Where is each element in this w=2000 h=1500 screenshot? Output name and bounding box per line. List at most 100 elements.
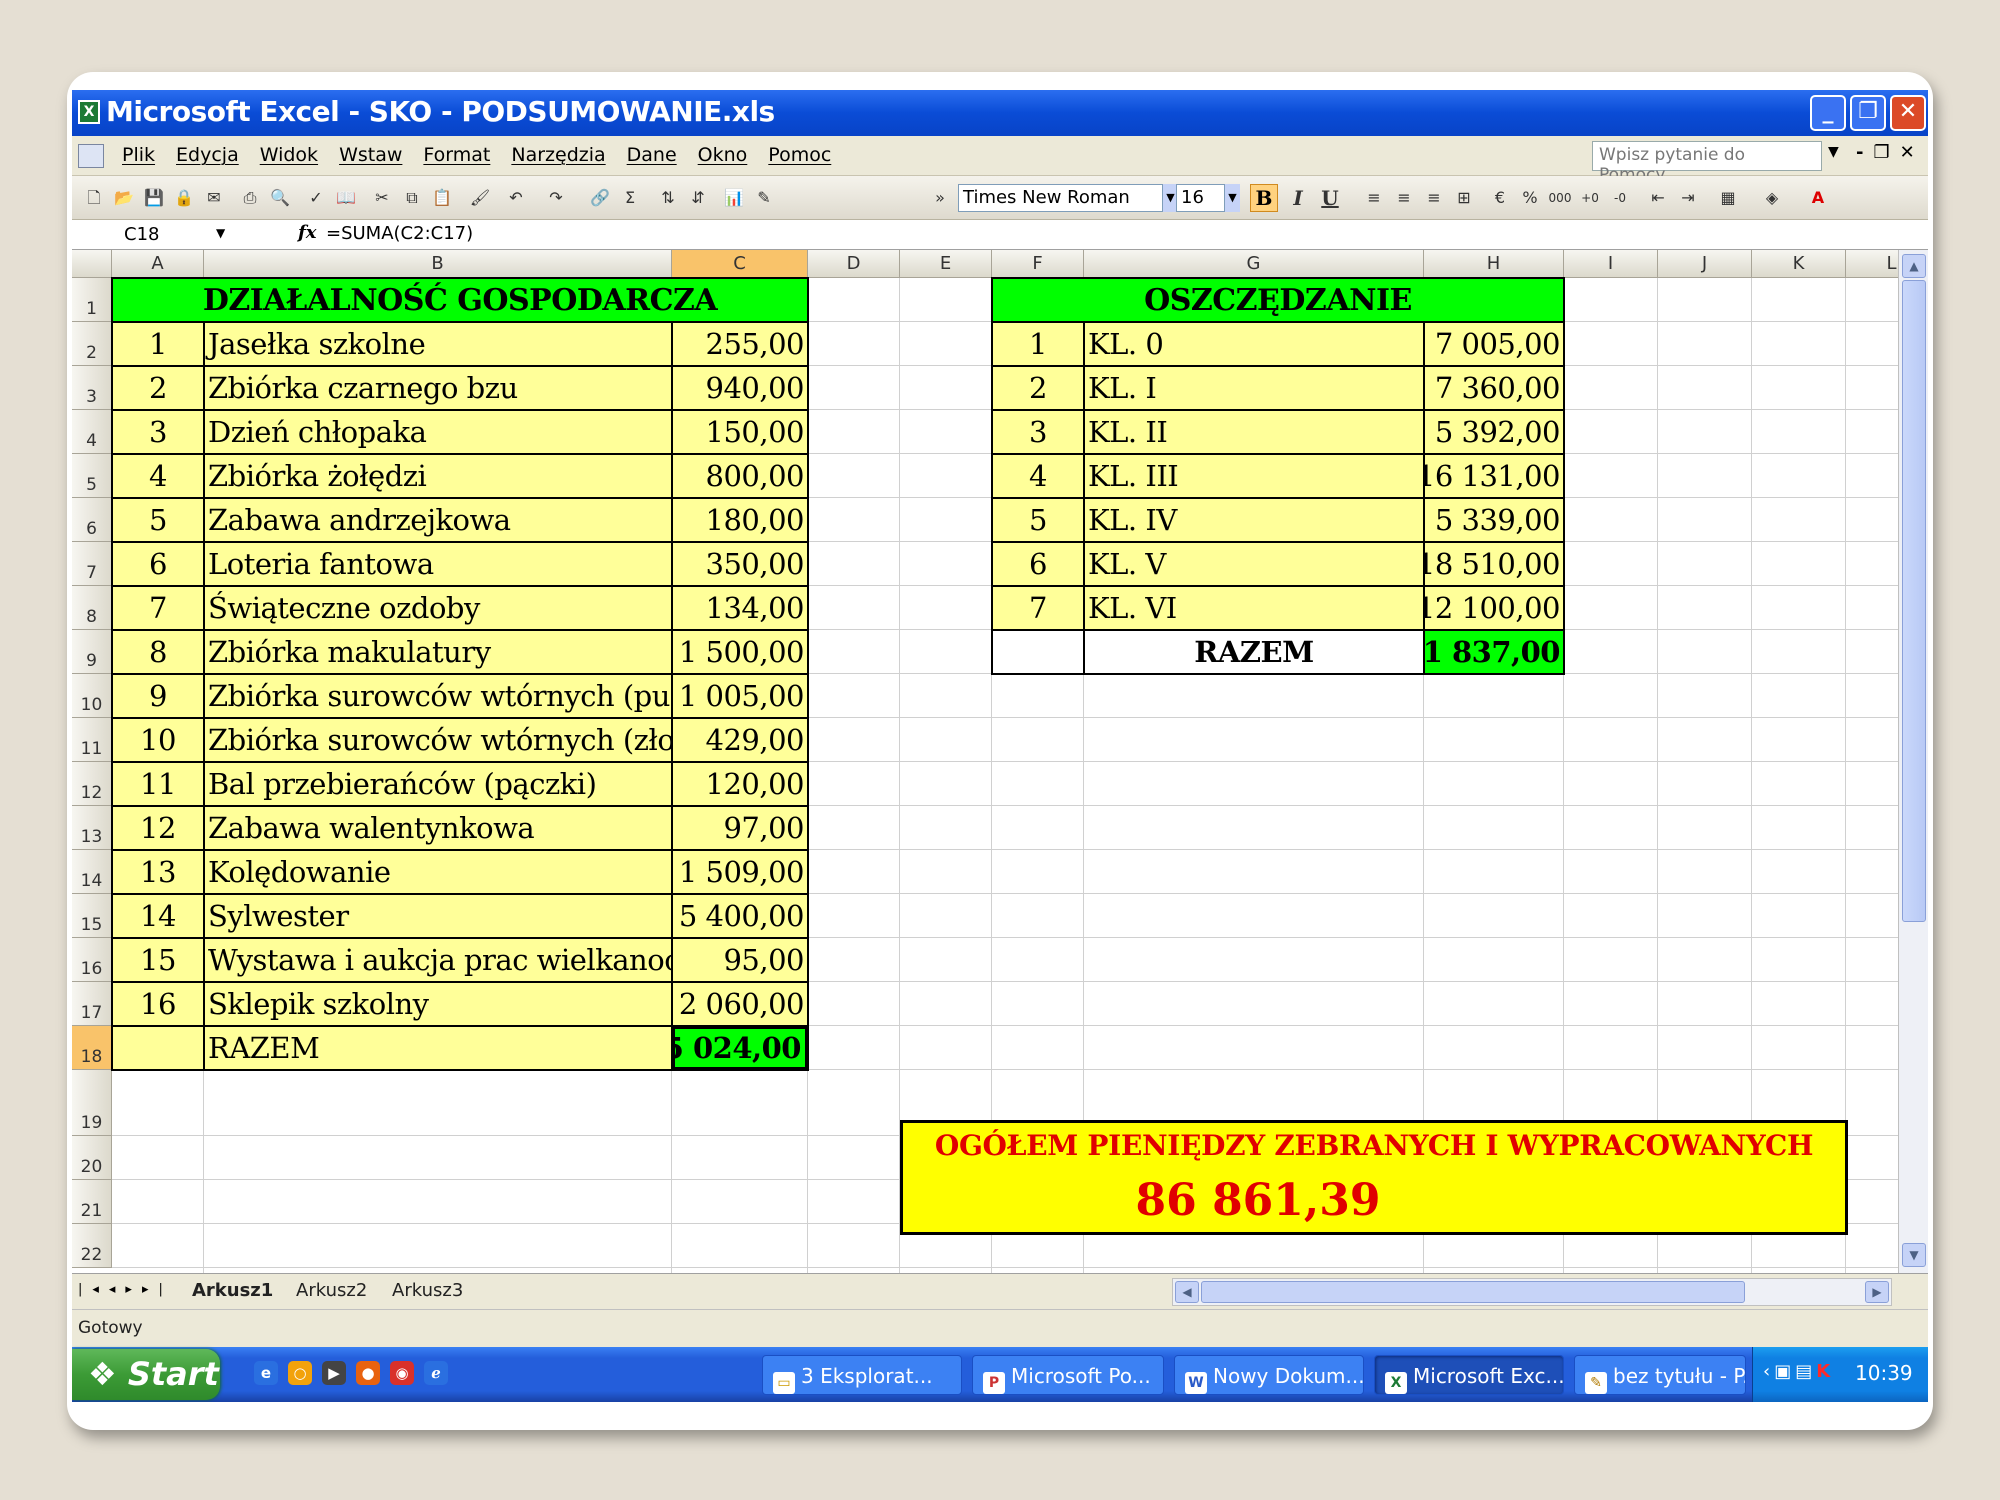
row-header-10[interactable]: 10 [72, 674, 112, 718]
column-header-d[interactable]: D [808, 250, 900, 278]
cell-number[interactable]: 1 [992, 322, 1084, 366]
cell-class-name[interactable]: KL. II [1084, 410, 1424, 454]
print-icon[interactable]: ⎙ [238, 186, 262, 210]
tab-arkusz3[interactable]: Arkusz3 [392, 1280, 463, 1301]
toolbar-options-icon[interactable]: » [928, 186, 952, 210]
spelling-icon[interactable]: ✓ [304, 186, 328, 210]
open-folder-icon[interactable]: 📂 [112, 186, 136, 210]
cell-amount[interactable]: 1 500,00 [672, 630, 808, 674]
row-header-1[interactable]: 1 [72, 278, 112, 322]
column-header-a[interactable]: A [112, 250, 204, 278]
cell-activity-name[interactable]: Jasełka szkolne [204, 322, 672, 366]
cell-amount[interactable]: 180,00 [672, 498, 808, 542]
cell-activity-name[interactable]: Bal przebierańców (pączki) [204, 762, 672, 806]
column-header-e[interactable]: E [900, 250, 992, 278]
cell-number[interactable]: 10 [112, 718, 204, 762]
cell-number[interactable]: 3 [112, 410, 204, 454]
row-header-22[interactable]: 22 [72, 1224, 112, 1268]
left-total-label[interactable]: RAZEM [204, 1026, 672, 1070]
menu-item-narzedzia[interactable]: Narzędzia [511, 144, 605, 166]
font-color-icon[interactable]: A [1806, 186, 1830, 210]
align-left-icon[interactable]: ≡ [1362, 186, 1386, 210]
cell-amount[interactable]: 12 100,00 [1424, 586, 1564, 630]
italic-button[interactable]: I [1286, 186, 1310, 210]
name-box[interactable]: C18 [74, 222, 214, 248]
menu-item-widok[interactable]: Widok [260, 144, 318, 166]
menu-item-edycja[interactable]: Edycja [176, 144, 239, 166]
thousands-separator-icon[interactable]: 000 [1548, 186, 1572, 210]
cell-activity-name[interactable]: Zbiórka makulatury [204, 630, 672, 674]
currency-icon[interactable]: € [1488, 186, 1512, 210]
cell-amount[interactable]: 18 510,00 [1424, 542, 1564, 586]
cell-number[interactable]: 6 [112, 542, 204, 586]
scroll-down-icon[interactable]: ▼ [1902, 1243, 1926, 1267]
cell-activity-name[interactable]: Dzień chłopaka [204, 410, 672, 454]
row-header-5[interactable]: 5 [72, 454, 112, 498]
firefox-icon[interactable]: ● [356, 1361, 380, 1385]
menu-item-plik[interactable]: Plik [122, 144, 155, 166]
help-search-input[interactable]: Wpisz pytanie do Pomocy [1592, 141, 1822, 185]
font-size-dropdown-icon[interactable]: ▼ [1224, 184, 1240, 212]
scroll-left-icon[interactable]: ◀ [1175, 1281, 1199, 1303]
new-document-icon[interactable]: 🗋 [82, 186, 106, 210]
bold-button[interactable]: B [1250, 184, 1278, 212]
tab-arkusz2[interactable]: Arkusz2 [296, 1280, 367, 1301]
restore-button[interactable]: ❐ [1850, 95, 1886, 131]
help-dropdown-icon[interactable]: ▼ [1828, 144, 1839, 160]
cell-number[interactable]: 1 [112, 322, 204, 366]
row-header-12[interactable]: 12 [72, 762, 112, 806]
cell-activity-name[interactable]: Zabawa andrzejkowa [204, 498, 672, 542]
row-header-18[interactable]: 18 [72, 1026, 112, 1070]
tab-arkusz1[interactable]: Arkusz1 [192, 1280, 273, 1301]
autosum-icon[interactable]: Σ [618, 186, 642, 210]
formula-input[interactable]: =SUMA(C2:C17) [326, 223, 473, 244]
cut-icon[interactable]: ✂ [370, 186, 394, 210]
column-header-j[interactable]: J [1658, 250, 1752, 278]
cell-number[interactable]: 11 [112, 762, 204, 806]
row-header-7[interactable]: 7 [72, 542, 112, 586]
cell-number[interactable]: 3 [992, 410, 1084, 454]
decrease-indent-icon[interactable]: ⇤ [1646, 186, 1670, 210]
hyperlink-icon[interactable]: 🔗 [588, 186, 612, 210]
cell-amount[interactable]: 5 339,00 [1424, 498, 1564, 542]
cell-amount[interactable]: 7 005,00 [1424, 322, 1564, 366]
cell-amount[interactable]: 255,00 [672, 322, 808, 366]
vertical-scroll-thumb[interactable] [1902, 280, 1926, 922]
cell-activity-name[interactable]: Zabawa walentynkowa [204, 806, 672, 850]
cell-number[interactable]: 12 [112, 806, 204, 850]
align-center-icon[interactable]: ≡ [1392, 186, 1416, 210]
cell-number[interactable]: 7 [992, 586, 1084, 630]
format-painter-icon[interactable]: 🖌 [468, 186, 492, 210]
row-header-8[interactable]: 8 [72, 586, 112, 630]
horizontal-scrollbar[interactable]: ◀ ▶ [1172, 1278, 1892, 1306]
excel-doc-icon[interactable] [78, 144, 104, 168]
name-box-dropdown-icon[interactable]: ▼ [216, 226, 225, 240]
redo-icon[interactable]: ↷ [544, 186, 568, 210]
save-icon[interactable]: 💾 [142, 186, 166, 210]
cell-amount[interactable]: 1 005,00 [672, 674, 808, 718]
column-header-k[interactable]: K [1752, 250, 1846, 278]
cell-class-name[interactable]: KL. 0 [1084, 322, 1424, 366]
column-header-b[interactable]: B [204, 250, 672, 278]
align-right-icon[interactable]: ≡ [1422, 186, 1446, 210]
borders-icon[interactable]: ▦ [1716, 186, 1740, 210]
cell-number[interactable]: 15 [112, 938, 204, 982]
cell-number[interactable]: 9 [112, 674, 204, 718]
menu-item-dane[interactable]: Dane [627, 144, 677, 166]
cell-amount[interactable]: 350,00 [672, 542, 808, 586]
cell-amount[interactable]: 429,00 [672, 718, 808, 762]
column-header-i[interactable]: I [1564, 250, 1658, 278]
cell-number[interactable]: 4 [112, 454, 204, 498]
column-header-h[interactable]: H [1424, 250, 1564, 278]
cell-class-name[interactable]: KL. III [1084, 454, 1424, 498]
left-total-value[interactable]: 15 024,00 [672, 1026, 808, 1070]
right-total-label[interactable]: RAZEM [1084, 630, 1424, 674]
paste-icon[interactable]: 📋 [430, 186, 454, 210]
drawing-icon[interactable]: ✎ [752, 186, 776, 210]
percent-icon[interactable]: % [1518, 186, 1542, 210]
row-header-9[interactable]: 9 [72, 630, 112, 674]
merge-center-icon[interactable]: ⊞ [1452, 186, 1476, 210]
column-header-c[interactable]: C [672, 250, 808, 278]
row-header-11[interactable]: 11 [72, 718, 112, 762]
undo-icon[interactable]: ↶ [504, 186, 528, 210]
